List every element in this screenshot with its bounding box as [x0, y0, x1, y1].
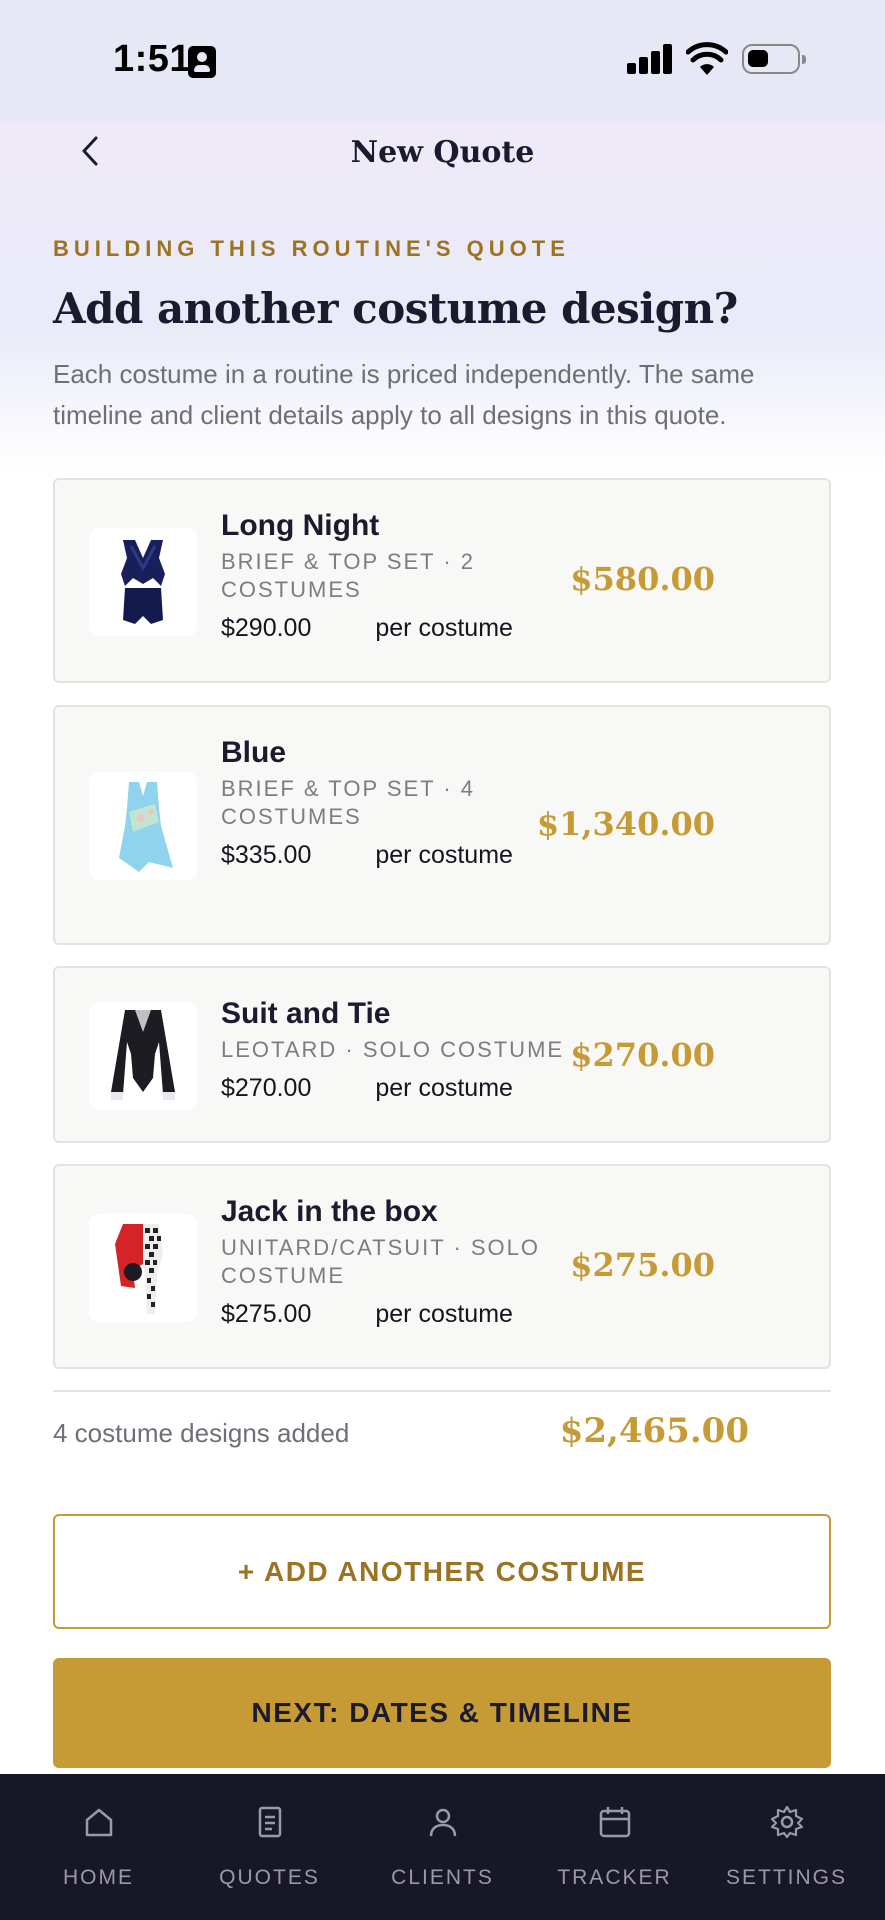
tab-settings[interactable]: SETTINGS: [698, 1774, 875, 1920]
costume-unit-label: per costume: [375, 1300, 513, 1328]
costume-name: Suit and Tie: [221, 997, 391, 1030]
tab-label: QUOTES: [219, 1866, 320, 1889]
tab-clients[interactable]: CLIENTS: [354, 1774, 531, 1920]
person-icon: [429, 1808, 456, 1837]
costume-image: [111, 1010, 175, 1100]
costume-name: Jack in the box: [221, 1195, 438, 1228]
summary-total: $2,465.00: [559, 1411, 749, 1451]
costume-thumbnail: [89, 772, 197, 880]
tab-label: SETTINGS: [725, 1866, 847, 1889]
costume-name: Blue: [221, 736, 287, 769]
summary-count: 4 costume designs added: [53, 1418, 350, 1448]
page-title: New Quote: [350, 135, 535, 170]
costume-card[interactable]: Suit and Tie Leotard · Solo costume $270…: [53, 966, 831, 1143]
costume-image: [115, 1224, 163, 1314]
costume-image: [119, 782, 173, 872]
section-heading: Add another costume design?: [53, 284, 738, 333]
costume-card[interactable]: Blue Brief & Top Set · 4 costumes $335.0…: [53, 705, 831, 945]
costume-unit-price: $270.00: [221, 1074, 312, 1102]
wifi-icon: [686, 42, 728, 75]
costume-meta: Brief & Top Set · 2 costumes: [221, 549, 476, 602]
costume-meta: Leotard · Solo costume: [221, 1037, 565, 1062]
cellular-signal-icon: [627, 44, 673, 74]
costume-total: $270.00: [570, 1036, 715, 1074]
costume-unit-label: per costume: [375, 841, 513, 869]
costume-unit-label: per costume: [375, 1074, 513, 1102]
add-another-costume-button[interactable]: + ADD ANOTHER COSTUME: [53, 1514, 831, 1629]
status-bar: 1:51: [0, 0, 885, 121]
costume-meta: Unitard/Catsuit · Solo costume: [221, 1235, 541, 1288]
battery-icon: [742, 44, 806, 74]
costume-meta: Brief & Top Set · 4 costumes: [221, 776, 476, 829]
gear-icon: [770, 1805, 803, 1839]
costume-unit-price: $290.00: [221, 614, 312, 642]
costume-thumbnail: [89, 1002, 197, 1110]
costume-unit-price: $275.00: [221, 1300, 312, 1328]
costume-image: [121, 540, 165, 624]
tab-quotes[interactable]: QUOTES: [181, 1774, 358, 1920]
status-time: 1:51: [113, 38, 192, 80]
next-dates-timeline-button[interactable]: NEXT: DATES & TIMELINE: [53, 1658, 831, 1768]
contact-badge-icon: [188, 46, 216, 78]
costume-thumbnail: [89, 528, 197, 636]
navigation-bar: New Quote: [0, 121, 885, 201]
costume-name: Long Night: [221, 509, 380, 542]
costume-total: $275.00: [570, 1246, 715, 1284]
costume-unit-label: per costume: [375, 614, 513, 642]
costume-card[interactable]: Long Night Brief & Top Set · 2 costumes …: [53, 478, 831, 683]
costume-unit-price: $335.00: [221, 841, 312, 869]
tab-label: TRACKER: [557, 1866, 672, 1889]
costume-card[interactable]: Jack in the box Unitard/Catsuit · Solo c…: [53, 1164, 831, 1369]
home-icon: [85, 1808, 112, 1837]
tab-bar: HOME QUOTES CLIENTS TRACKER SETTINGS: [0, 1774, 885, 1920]
tab-label: CLIENTS: [391, 1866, 494, 1889]
section-eyebrow: BUILDING THIS ROUTINE'S QUOTE: [53, 236, 570, 261]
tab-tracker[interactable]: TRACKER: [526, 1774, 703, 1920]
tab-label: HOME: [63, 1866, 134, 1889]
document-icon: [258, 1806, 281, 1838]
costume-total: $1,340.00: [536, 805, 715, 843]
calendar-icon: [599, 1807, 630, 1838]
summary-divider: [53, 1390, 831, 1392]
tab-home[interactable]: HOME: [10, 1774, 187, 1920]
costume-thumbnail: [89, 1214, 197, 1322]
costume-total: $580.00: [570, 560, 715, 598]
section-description: Each costume in a routine is priced inde…: [53, 359, 755, 430]
